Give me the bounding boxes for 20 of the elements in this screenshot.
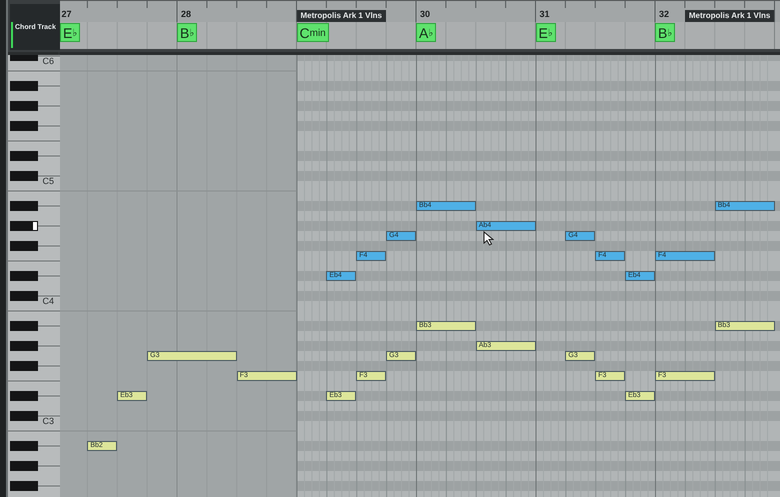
chord-symbol[interactable]: A♭ [416, 23, 436, 42]
octave-label: C5 [42, 176, 54, 186]
part-name-label[interactable]: Metropolis Ark 1 Vlns [684, 10, 774, 22]
piano-keyboard-drawing[interactable] [8, 55, 60, 497]
chord-symbol[interactable]: E♭ [60, 23, 80, 42]
bar-number: 27 [62, 9, 72, 19]
chord-symbol[interactable]: B♭ [655, 23, 676, 42]
chord-symbol[interactable]: E♭ [536, 23, 556, 42]
octave-label: C4 [42, 296, 54, 306]
octave-label: C6 [42, 56, 54, 66]
mouse-pointer-icon [483, 231, 494, 246]
octave-label: C3 [42, 416, 54, 426]
bar-number: 31 [540, 9, 550, 19]
bar-number: 32 [659, 9, 670, 19]
timeline-ruler[interactable]: 27 28 Metropolis Ark 1 Vlns 30 31 32 Metropolis Ark 1 Vlns [60, 0, 780, 22]
bar-number: 30 [420, 9, 430, 19]
chord-symbol[interactable]: B♭ [177, 23, 198, 42]
chord-symbol[interactable]: Cmin [296, 23, 329, 42]
bar-number: 28 [181, 9, 192, 19]
part-name-label[interactable]: Metropolis Ark 1 Vlns [296, 10, 386, 22]
